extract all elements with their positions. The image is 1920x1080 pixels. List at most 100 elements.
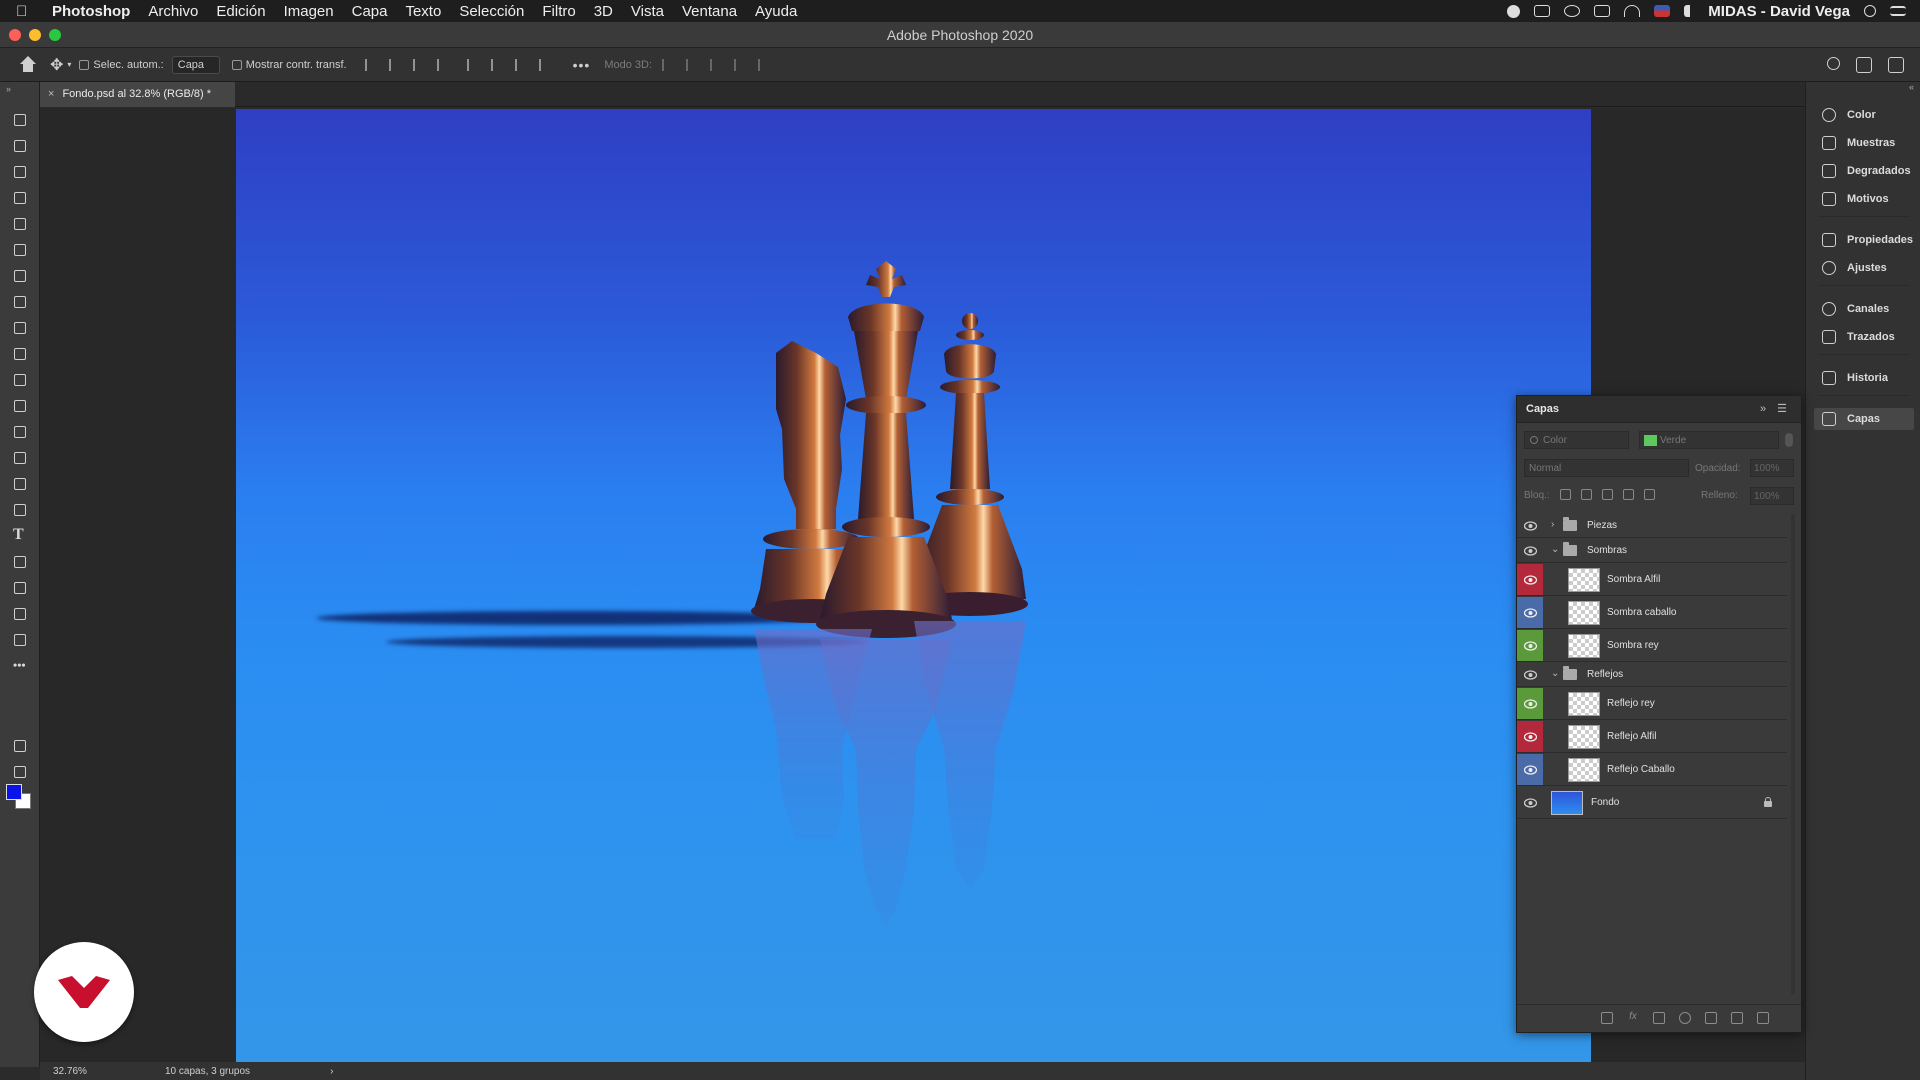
layer-sombra-alfil[interactable]: Sombra Alfil [1517,564,1787,596]
lock-position-icon[interactable] [1602,489,1613,500]
filter-kind-select[interactable]: Color [1524,431,1629,449]
layer-reflejo-alfil[interactable]: Reflejo Alfil [1517,721,1787,753]
clone-stamp-tool-icon[interactable] [12,346,28,362]
auto-select-target-select[interactable]: Capa [171,55,220,74]
lasso-tool-icon[interactable] [12,164,28,180]
tool-preset-dropdown-icon[interactable]: ▾ [67,60,71,69]
menu-ayuda[interactable]: Ayuda [755,3,797,20]
layer-reflejo-caballo[interactable]: Reflejo Caballo [1517,754,1787,786]
notification-center-icon[interactable] [1890,6,1906,16]
dock-trazados[interactable]: Trazados [1814,326,1914,348]
slide-3d-icon[interactable] [734,58,746,71]
fill-input[interactable]: 100% [1750,487,1794,505]
auto-select-checkbox[interactable] [79,59,90,70]
filter-color-select[interactable]: Verde [1639,431,1779,449]
user-name[interactable]: MIDAS - David Vega [1708,3,1850,20]
menu-app-photoshop[interactable]: Photoshop [52,3,130,20]
menu-3d[interactable]: 3D [594,3,613,20]
menu-capa[interactable]: Capa [352,3,388,20]
new-layer-icon[interactable] [1731,1012,1743,1024]
path-selection-tool-icon[interactable] [12,554,28,570]
share-icon[interactable] [1888,57,1904,73]
layer-sombra-caballo[interactable]: Sombra caballo [1517,597,1787,629]
lock-transparency-icon[interactable] [1560,489,1571,500]
layers-panel-title[interactable]: Capas [1526,403,1559,415]
dock-canales[interactable]: Canales [1814,298,1914,320]
lock-pixels-icon[interactable] [1581,489,1592,500]
orbit-3d-icon[interactable] [662,58,674,71]
dock-degradados[interactable]: Degradados [1814,160,1914,182]
record-icon[interactable] [1507,4,1521,18]
foreground-color-swatch[interactable] [6,784,22,800]
show-transform-checkbox[interactable] [231,59,242,70]
layer-style-fx-icon[interactable]: fx [1627,1012,1639,1024]
opacity-input[interactable]: 100% [1750,459,1794,477]
layer-sombra-rey[interactable]: Sombra rey [1517,630,1787,662]
visibility-toggle[interactable] [1517,754,1543,785]
visibility-toggle[interactable] [1517,630,1543,661]
eraser-tool-icon[interactable] [12,398,28,414]
volume-icon[interactable] [1684,5,1694,17]
type-tool-icon[interactable]: T [12,526,28,544]
move-tool-icon[interactable] [12,112,28,128]
quick-mask-icon[interactable] [12,738,28,754]
filter-toggle[interactable] [1785,433,1793,447]
align-left-icon[interactable] [364,58,377,71]
visibility-toggle[interactable] [1517,721,1543,752]
marquee-tool-icon[interactable] [12,138,28,154]
menu-vista[interactable]: Vista [631,3,664,20]
distribute-h-icon[interactable] [436,58,449,71]
layer-fondo[interactable]: Fondo [1517,787,1787,819]
status-menu-arrow[interactable]: › [330,1066,333,1077]
crop-tool-icon[interactable] [12,216,28,232]
menu-archivo[interactable]: Archivo [148,3,198,20]
adjustment-layer-icon[interactable] [1679,1012,1691,1024]
blend-mode-select[interactable]: Normal [1524,459,1689,477]
menu-imagen[interactable]: Imagen [284,3,334,20]
eyedropper-tool-icon[interactable] [12,268,28,284]
dock-muestras[interactable]: Muestras [1814,132,1914,154]
dock-propiedades[interactable]: Propiedades [1814,229,1914,251]
lock-artboard-icon[interactable] [1623,489,1634,500]
visibility-toggle[interactable] [1517,663,1543,686]
add-mask-icon[interactable] [1653,1012,1665,1024]
pan-3d-icon[interactable] [710,58,722,71]
scale-3d-icon[interactable] [758,58,770,71]
align-middle-v-icon[interactable] [490,58,503,71]
lock-all-icon[interactable] [1644,489,1655,500]
apple-icon[interactable]:  [16,3,38,20]
visibility-toggle[interactable] [1517,787,1543,818]
wifi-icon[interactable] [1624,5,1641,17]
visibility-toggle[interactable] [1517,597,1543,628]
frame-tool-icon[interactable] [12,242,28,258]
menu-texto[interactable]: Texto [405,3,441,20]
pen-tool-icon[interactable] [12,502,28,518]
menu-ventana[interactable]: Ventana [682,3,737,20]
healing-brush-tool-icon[interactable] [12,294,28,310]
chevron-down-icon[interactable]: ⌄ [1551,544,1559,555]
layer-reflejo-rey[interactable]: Reflejo rey [1517,688,1787,720]
align-bottom-icon[interactable] [514,58,527,71]
document-canvas[interactable] [236,109,1591,1062]
collapse-dock-icon[interactable]: « [1909,82,1914,92]
align-top-icon[interactable] [466,58,479,71]
history-brush-tool-icon[interactable] [12,372,28,388]
new-group-icon[interactable] [1705,1012,1717,1024]
close-tab-icon[interactable]: × [48,88,54,100]
layer-group-sombras[interactable]: ⌄ Sombras [1517,539,1787,563]
menu-filtro[interactable]: Filtro [542,3,575,20]
visibility-toggle[interactable] [1517,564,1543,595]
object-selection-tool-icon[interactable] [12,190,28,206]
align-right-icon[interactable] [412,58,425,71]
layer-group-piezas[interactable]: › Piezas [1517,514,1787,538]
search-icon[interactable] [1827,57,1840,70]
screen-mode-icon[interactable] [12,764,28,780]
zoom-tool-icon[interactable] [12,632,28,648]
auto-select-option[interactable]: Selec. autom.: [79,59,164,71]
layer-group-reflejos[interactable]: ⌄ Reflejos [1517,663,1787,687]
gradient-tool-icon[interactable] [12,424,28,440]
visibility-toggle[interactable] [1517,688,1543,719]
workspace-icon[interactable] [1856,57,1872,73]
collapse-tools-icon[interactable]: » [6,84,11,94]
chevron-right-icon[interactable]: › [1551,519,1554,530]
